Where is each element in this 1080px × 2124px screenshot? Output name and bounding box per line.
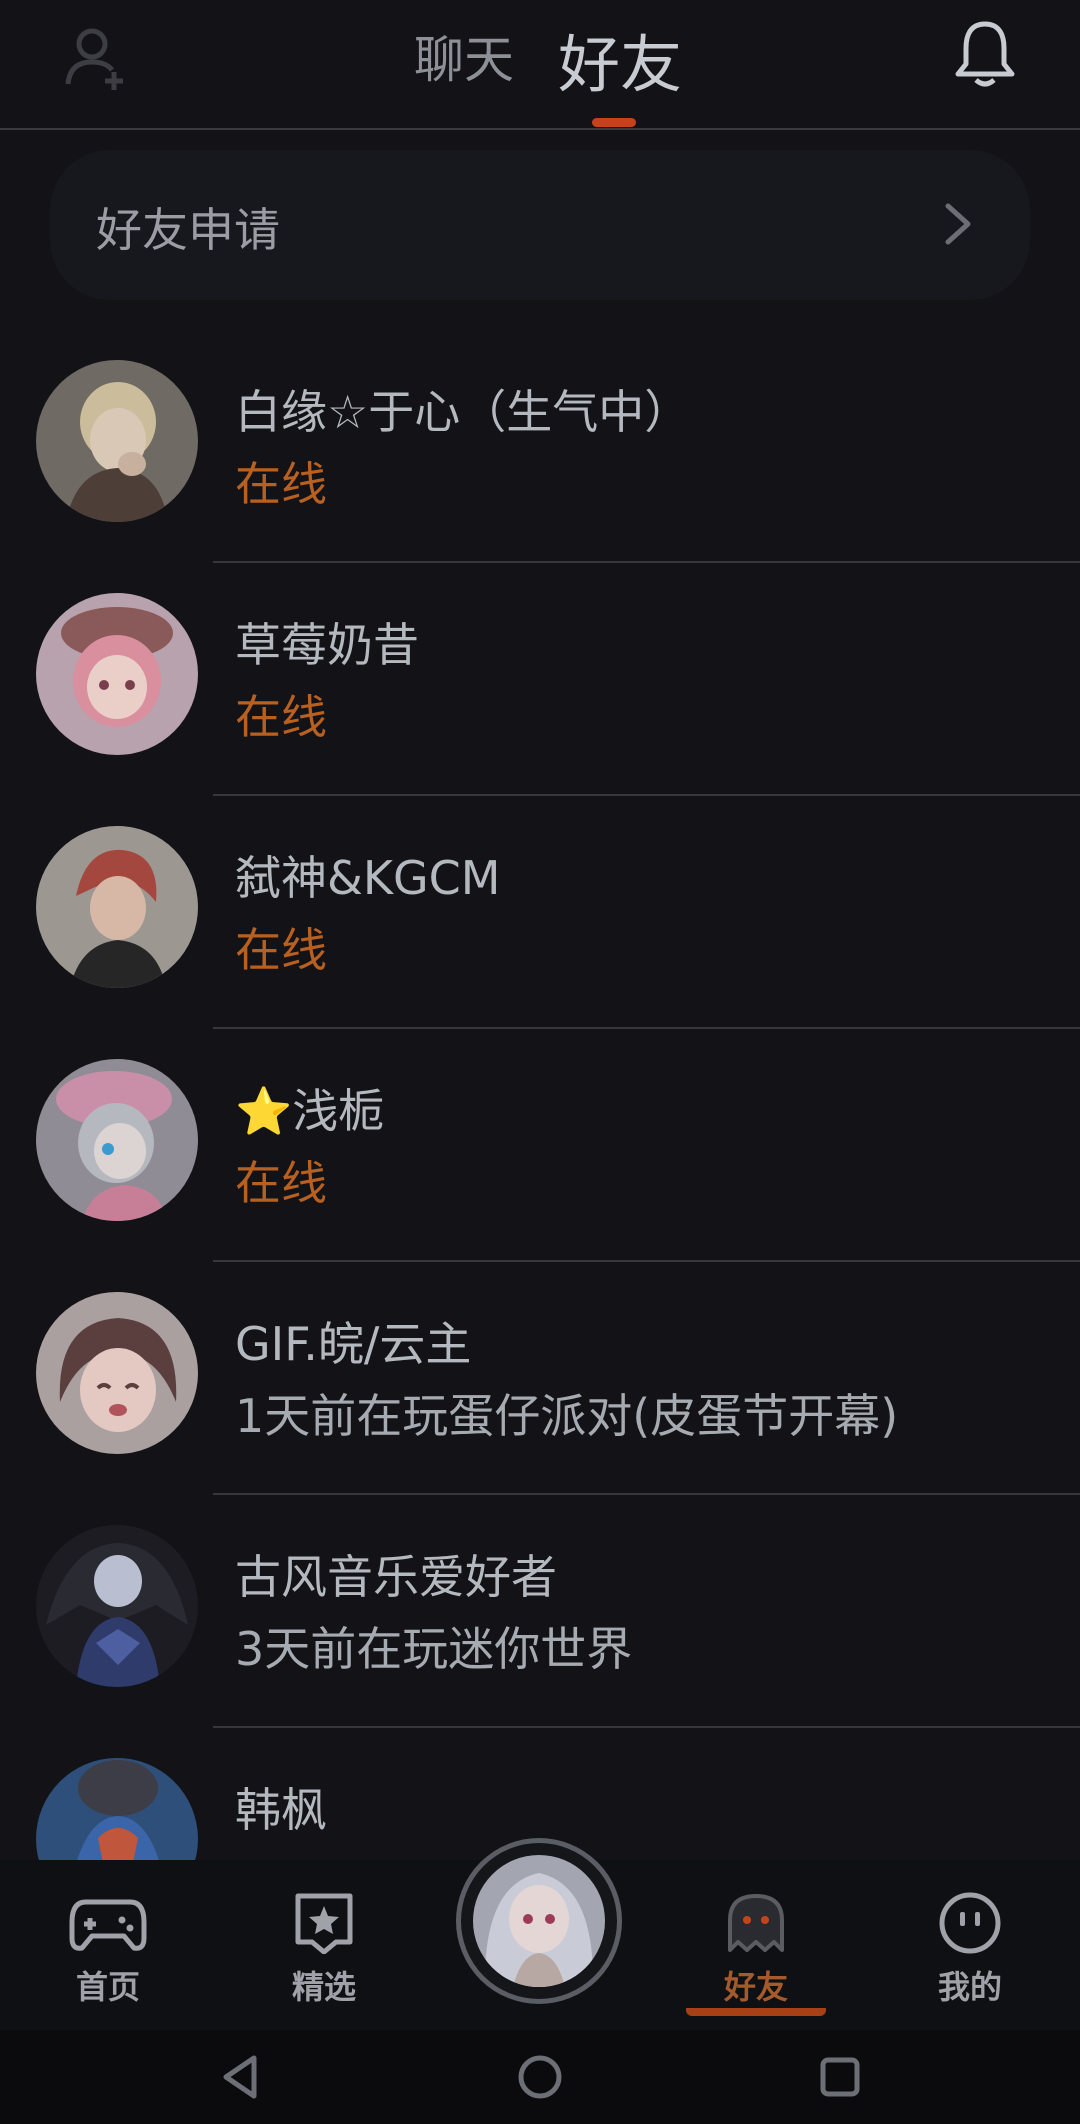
nav-mine[interactable]: 我的 [900,1892,1040,2008]
friend-name: 草莓奶昔 [235,618,419,672]
back-icon[interactable] [216,2052,266,2102]
friend-name: 古风音乐爱好者 [235,1550,557,1604]
recents-square-icon[interactable] [815,2052,865,2102]
friend-row[interactable]: 草莓奶昔 在线 [0,563,1080,796]
friend-status: 在线 [235,690,327,744]
friend-status: 在线 [235,1156,327,1210]
system-navigation-bar [0,2030,1080,2124]
center-avatar-button[interactable] [456,1838,622,2004]
smiley-icon [939,1892,1001,1954]
avatar[interactable] [36,360,198,522]
gamepad-icon [69,1899,147,1951]
friend-row[interactable]: 弑神&KGCM 在线 [0,796,1080,1029]
top-bar: 聊天 好友 [0,0,1080,130]
tab-friends[interactable]: 好友 [558,14,682,104]
active-tab-indicator [592,118,636,127]
center-avatar [473,1855,605,1987]
friend-status: 1天前在玩蛋仔派对(皮蛋节开幕) [235,1389,899,1443]
avatar[interactable] [36,826,198,988]
nav-friends[interactable]: 好友 [686,1892,826,2016]
avatar[interactable] [36,1525,198,1687]
friend-name: GIF.皖/云主 [235,1317,472,1371]
nav-home-label: 首页 [75,1968,140,2006]
avatar[interactable] [36,593,198,755]
add-friend-icon[interactable] [62,22,132,92]
tab-chat[interactable]: 聊天 [414,20,514,92]
nav-friends-label: 好友 [686,1962,826,2016]
friend-status: 在线 [235,457,327,511]
nav-home[interactable]: 首页 [38,1892,178,2008]
friend-name: 弑神&KGCM [235,851,501,905]
friend-name: 韩枫 [235,1783,327,1837]
friend-row[interactable]: 古风音乐爱好者 3天前在玩迷你世界 [0,1495,1080,1728]
friend-request-label: 好友申请 [96,203,280,257]
friend-list: 白缘☆于心（生气中） 在线 草莓奶昔 在线 弑神&KGCM 在线 ⭐浅栀 在线 … [0,330,1080,1961]
friend-request-entry[interactable]: 好友申请 [50,150,1030,300]
friend-name: ⭐浅栀 [235,1084,385,1138]
friend-status: 在线 [235,923,327,977]
nav-featured[interactable]: 精选 [254,1892,394,2008]
nav-mine-label: 我的 [937,1968,1002,2006]
star-badge-icon [295,1893,353,1954]
ghost-icon [728,1894,784,1952]
bottom-nav: 首页 精选 好友 我的 [0,1838,1080,2030]
friend-row[interactable]: ⭐浅栀 在线 [0,1029,1080,1262]
nav-featured-label: 精选 [291,1968,356,2006]
friend-row[interactable]: GIF.皖/云主 1天前在玩蛋仔派对(皮蛋节开幕) [0,1262,1080,1495]
chevron-right-icon [945,203,971,245]
friend-row[interactable]: 白缘☆于心（生气中） 在线 [0,330,1080,563]
friend-status: 3天前在玩迷你世界 [235,1622,633,1676]
avatar[interactable] [36,1292,198,1454]
avatar[interactable] [36,1059,198,1221]
home-circle-icon[interactable] [515,2052,565,2102]
friend-name: 白缘☆于心（生气中） [235,385,691,439]
bell-icon[interactable] [952,18,1018,90]
